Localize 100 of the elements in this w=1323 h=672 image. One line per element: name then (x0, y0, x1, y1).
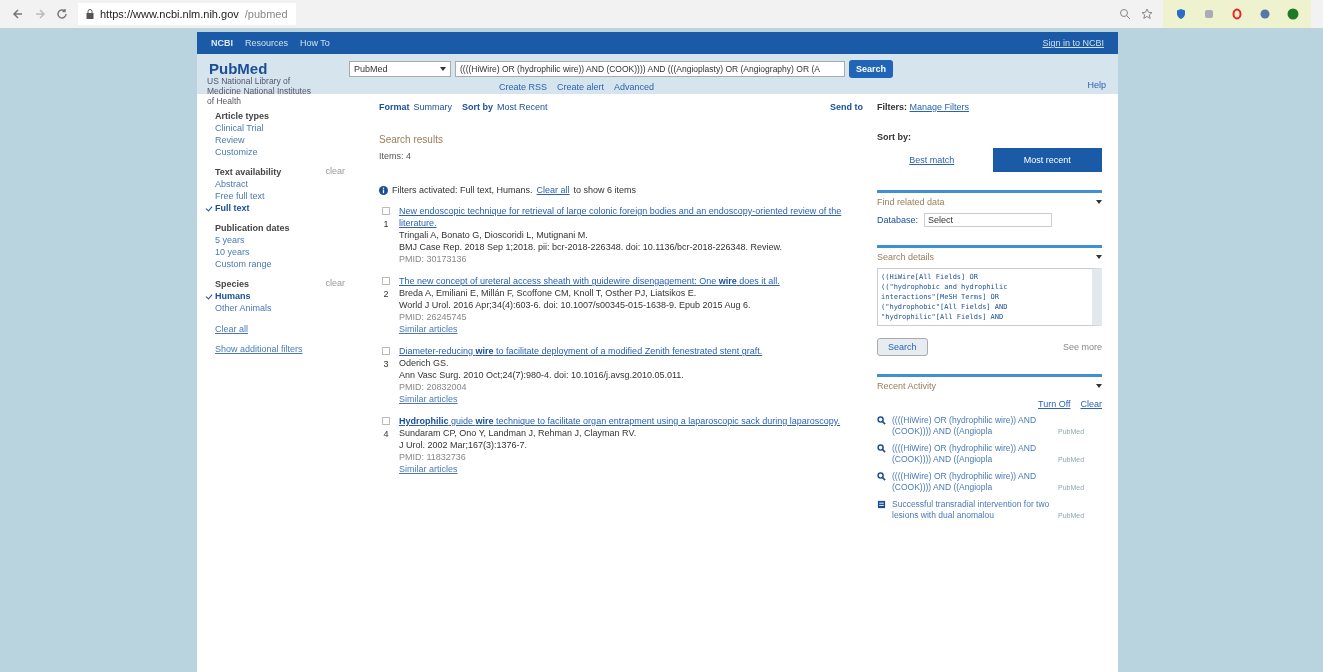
result-citation: BMJ Case Rep. 2018 Sep 1;2018. pii: bcr-2018-226348. doi: 10.1136/bcr-2018-226348. Review. (399, 241, 784, 253)
result-pmid: PMID: 20832004 (399, 381, 468, 393)
result-authors: Breda A, Emiliani E, Millán F, Scoffone CM, Knoll T, Osther PJ, Liatsikos E. (399, 287, 698, 299)
filter-item[interactable]: 10 years (207, 246, 357, 258)
clear-all-link[interactable]: Clear all (536, 185, 570, 195)
header-link[interactable]: Create alert (557, 82, 605, 92)
filter-link[interactable]: Clear all (215, 324, 248, 334)
collapse-icon[interactable] (1096, 255, 1102, 259)
filter-item[interactable]: Customize (207, 146, 357, 158)
filter-notice: to show 6 items (573, 185, 637, 195)
result-checkbox[interactable] (382, 347, 390, 355)
result-pmid: PMID: 26245745 (399, 311, 468, 323)
database-dropdown[interactable]: Select (924, 213, 1053, 227)
recent-activity-link[interactable]: Successful transradial intervention for two lesions with dual anomalou (892, 499, 1052, 521)
results-heading: Search results (379, 134, 444, 145)
star-icon[interactable] (1141, 8, 1153, 20)
search-button[interactable]: Search (849, 60, 894, 78)
header-link[interactable]: Advanced (614, 82, 655, 92)
send-to-dropdown[interactable]: Send to (830, 102, 863, 112)
section-title: Recent Activity (877, 381, 937, 391)
result-number: 1 (383, 218, 389, 230)
header-link[interactable]: Create RSS (499, 82, 548, 92)
result-checkbox[interactable] (382, 277, 390, 285)
result-title-link[interactable]: New endoscopic technique for retrieval of large colonic foreign bodies and an endoscopy-oriented review of the literature. (399, 205, 869, 229)
filter-item[interactable]: 5 years (207, 234, 357, 246)
menu-link[interactable]: Resources (245, 38, 289, 48)
filter-group-title: Publication dates (215, 222, 291, 234)
menu-link[interactable]: How To (300, 38, 330, 48)
section-title: Search details (877, 252, 935, 262)
result-number: 2 (383, 288, 389, 300)
document-icon (877, 500, 886, 509)
turn-off-link[interactable]: Turn Off (1037, 399, 1071, 409)
result-checkbox[interactable] (382, 207, 390, 215)
database-label: Database: (877, 215, 919, 225)
result-citation: World J Urol. 2016 Apr;34(4):603-6. doi: 10.1007/s00345-015-1638-9. Epub 2015 Aug 6. (399, 299, 752, 311)
search-icon (877, 472, 886, 481)
ncbi-logo[interactable]: NCBI (211, 38, 233, 48)
sort-option[interactable]: Most recent (992, 148, 1102, 172)
search-icon (877, 416, 886, 425)
sort-by-label: Sort by: (877, 132, 912, 142)
shield-icon[interactable] (1175, 8, 1187, 20)
collapse-icon[interactable] (1096, 200, 1102, 204)
similar-articles-link[interactable]: Similar articles (399, 464, 458, 474)
address-bar[interactable]: https://www.ncbi.nlm.nih.gov /pubmed (78, 3, 296, 25)
ring-icon[interactable] (1231, 8, 1243, 20)
format-dropdown[interactable]: Summary (413, 102, 453, 112)
clear-link[interactable]: clear (325, 166, 345, 178)
sort-label: Sort by (462, 102, 494, 112)
search-field[interactable]: ((((HiWire) OR (hydrophilic wire)) AND (COOK)))) AND (((Angioplasty) OR (Angiography) OR (A (455, 61, 845, 77)
filter-item[interactable]: Clinical Trial (207, 122, 357, 134)
clear-link[interactable]: Clear (1080, 399, 1102, 409)
sign-in-link[interactable]: Sign in to NCBI (1042, 38, 1104, 48)
pubmed-logo[interactable]: PubMed (209, 60, 268, 77)
back-icon[interactable] (12, 8, 24, 20)
result-citation: J Urol. 2002 Mar;167(3):1376-7. (399, 439, 529, 451)
library-name: US National Library of Medicine National Institutes of Health (207, 76, 312, 106)
filter-link[interactable]: Show additional filters (215, 344, 303, 354)
zoom-icon[interactable] (1119, 8, 1131, 20)
results-count: Items: 4 (379, 151, 412, 161)
recent-activity-link[interactable]: ((((HiWire) OR (hydrophilic wire)) AND (COOK)))) AND ((Angiopla (892, 443, 1052, 465)
filter-group-title: Article types (215, 110, 271, 122)
filter-item[interactable]: Abstract (207, 178, 357, 190)
recent-activity-link[interactable]: ((((HiWire) OR (hydrophilic wire)) AND (COOK)))) AND ((Angiopla (892, 471, 1052, 493)
collapse-icon[interactable] (1096, 384, 1102, 388)
filter-item[interactable]: Free full text (207, 190, 357, 202)
reload-icon[interactable] (56, 8, 68, 20)
result-authors: Sundaram CP, Ono Y, Landman J, Rehman J, Clayman RV. (399, 427, 638, 439)
filter-group-title: Species (215, 278, 251, 290)
result-title-link[interactable]: The new concept of ureteral access sheath with guidewire disengagement: One wire does it all. (399, 275, 780, 287)
filter-item[interactable]: Custom range (207, 258, 357, 270)
help-link[interactable]: Help (1087, 80, 1106, 90)
result-pmid: PMID: 30173136 (399, 253, 468, 265)
result-title-link[interactable]: Diameter-reducing wire to facilitate deployment of a modified Zenith fenestrated stent graft. (399, 345, 763, 357)
info-icon (379, 185, 388, 195)
result-number: 3 (383, 358, 389, 370)
clear-link[interactable]: clear (325, 278, 345, 290)
result-citation: Ann Vasc Surg. 2010 Oct;24(7):980-4. doi: 10.1016/j.avsg.2010.05.011. (399, 369, 685, 381)
profile-icon[interactable] (1287, 8, 1299, 20)
result-authors: Tringali A, Bonato G, Dioscoridi L, Mutignani M. (399, 229, 589, 241)
filter-item[interactable]: Full text (207, 202, 357, 214)
filter-item[interactable]: Review (207, 134, 357, 146)
result-title-link[interactable]: Hydrophilic guide wire technique to facilitate organ entrapment using a laparoscopic sack during laparoscopy. (399, 415, 841, 427)
filter-notice: Filters activated: Full text, Humans. (392, 185, 533, 195)
result-authors: Oderich GS. (399, 357, 450, 369)
result-checkbox[interactable] (382, 417, 390, 425)
recent-activity-link[interactable]: ((((HiWire) OR (hydrophilic wire)) AND (COOK)))) AND ((Angiopla (892, 415, 1052, 437)
database-select[interactable]: PubMed (349, 61, 451, 77)
filter-item[interactable]: Humans (207, 290, 357, 302)
filter-item[interactable]: Other Animals (207, 302, 357, 314)
format-label: Format (379, 102, 410, 112)
filter-group-title: Text availability (215, 166, 283, 178)
result-number: 4 (383, 428, 389, 440)
similar-articles-link[interactable]: Similar articles (399, 394, 458, 404)
section-title: Find related data (877, 197, 945, 207)
sort-dropdown[interactable]: Most Recent (497, 102, 548, 112)
details-search-button[interactable]: Search (877, 338, 928, 356)
filters-label: Filters: (877, 102, 907, 112)
similar-articles-link[interactable]: Similar articles (399, 324, 458, 334)
manage-filters-link[interactable]: Manage Filters (909, 102, 970, 112)
see-more-link[interactable]: See more (1062, 342, 1102, 352)
